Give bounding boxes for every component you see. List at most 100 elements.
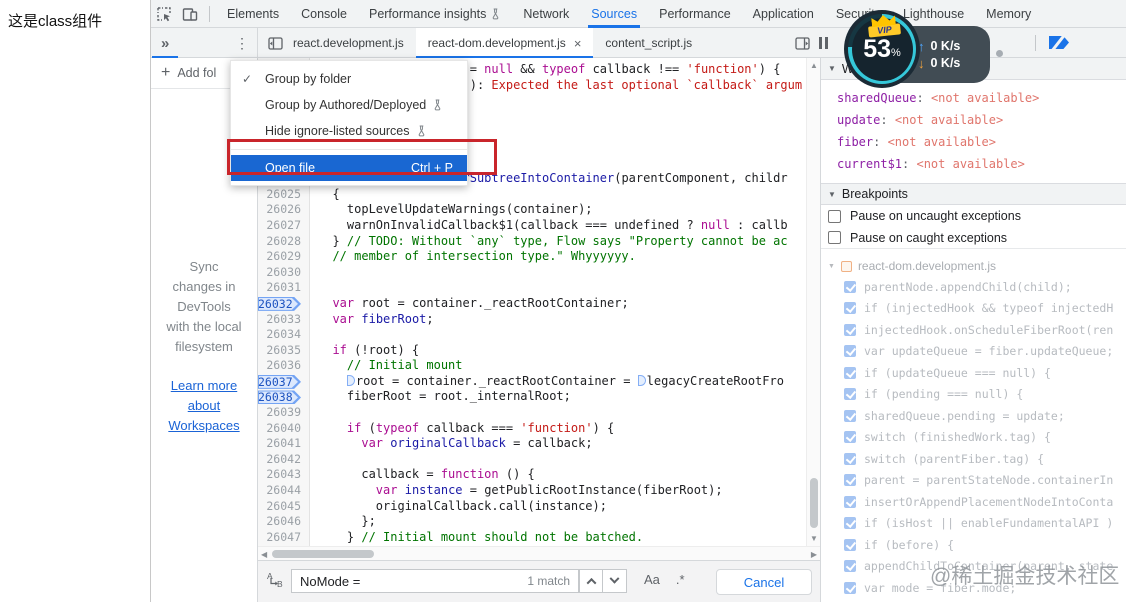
more-tabs-chevron[interactable]: »: [151, 35, 169, 52]
watch-item[interactable]: sharedQueue: <not available>: [821, 87, 1126, 109]
file-tab-content-script-js[interactable]: content_script.js: [593, 28, 704, 58]
breakpoint-marker[interactable]: 26037: [258, 374, 310, 390]
line-number[interactable]: 26047: [258, 530, 310, 546]
inline-breakpoint-icon[interactable]: [346, 374, 355, 386]
breakpoint-entry[interactable]: if (isHost || enableFundamentalAPI ): [821, 513, 1126, 535]
breakpoint-checkbox[interactable]: [844, 280, 856, 293]
panel-tab-network[interactable]: Network: [512, 0, 580, 28]
next-match-button[interactable]: [603, 569, 627, 593]
file-tab-react-dom-development-js[interactable]: react-dom.development.js ×: [415, 28, 594, 58]
line-number[interactable]: 26029: [258, 249, 310, 265]
device-toolbar-icon[interactable]: [177, 1, 203, 27]
breakpoint-entry[interactable]: if (updateQueue === null) {: [821, 362, 1126, 384]
line-number[interactable]: 26043: [258, 467, 310, 483]
watch-item[interactable]: current$1: <not available>: [821, 153, 1126, 175]
replace-toggle-icon[interactable]: AB: [266, 571, 283, 588]
menu-item-group-by-authored-deployed[interactable]: Group by Authored/Deployed: [231, 92, 467, 118]
inspect-element-icon[interactable]: [151, 1, 177, 27]
pause-uncaught-row[interactable]: Pause on uncaught exceptions: [821, 205, 1126, 227]
breakpoint-entry[interactable]: if (injectedHook && typeof injectedH: [821, 298, 1126, 320]
line-number[interactable]: 26027: [258, 218, 310, 234]
breakpoint-checkbox[interactable]: [844, 323, 856, 336]
file-tab-react-development-js[interactable]: react.development.js: [281, 28, 416, 58]
breakpoint-entry[interactable]: if (pending === null) {: [821, 384, 1126, 406]
breakpoint-checkbox[interactable]: [844, 302, 856, 315]
breakpoint-checkbox[interactable]: [844, 517, 856, 530]
cancel-button[interactable]: Cancel: [716, 569, 812, 595]
breakpoint-entry[interactable]: insertOrAppendPlacementNodeIntoConta: [821, 491, 1126, 513]
line-number[interactable]: 26033: [258, 312, 310, 328]
panel-tab-application[interactable]: Application: [742, 0, 825, 28]
breakpoint-file-group[interactable]: ▼ react-dom.development.js: [821, 256, 1126, 276]
line-number[interactable]: 26028: [258, 234, 310, 250]
panel-tab-performance[interactable]: Performance: [648, 0, 742, 28]
pause-caught-row[interactable]: Pause on caught exceptions: [821, 227, 1126, 249]
breakpoint-marker[interactable]: 26032: [258, 296, 310, 312]
panel-tab-sources[interactable]: Sources: [580, 0, 648, 28]
menu-item-group-by-folder[interactable]: ✓ Group by folder: [231, 66, 467, 92]
scroll-left-icon[interactable]: ◀: [261, 550, 267, 559]
breakpoint-checkbox[interactable]: [844, 409, 856, 422]
breakpoint-checkbox[interactable]: [844, 495, 856, 508]
more-options-icon[interactable]: ⋮: [235, 35, 249, 52]
scroll-right-icon[interactable]: ▶: [811, 550, 817, 559]
line-number[interactable]: 26042: [258, 452, 310, 468]
breakpoint-checkbox[interactable]: [844, 538, 856, 551]
breakpoint-chip[interactable]: 26037: [258, 374, 301, 389]
close-tab-icon[interactable]: ×: [574, 36, 582, 51]
breakpoint-entry[interactable]: parentNode.appendChild(child);: [821, 276, 1126, 298]
horizontal-scrollbar-thumb[interactable]: [272, 550, 374, 558]
breakpoint-chip[interactable]: 26032: [258, 296, 301, 311]
scroll-up-icon[interactable]: ▲: [810, 61, 818, 70]
line-number[interactable]: 26034: [258, 327, 310, 343]
regex-button[interactable]: .*: [676, 569, 685, 587]
pause-uncaught-checkbox[interactable]: [828, 209, 841, 223]
breakpoint-marker[interactable]: 26038: [258, 389, 310, 405]
line-number[interactable]: 26045: [258, 499, 310, 515]
breakpoint-entry[interactable]: switch (finishedWork.tag) {: [821, 427, 1126, 449]
breakpoint-entry[interactable]: var updateQueue = fiber.updateQueue;: [821, 341, 1126, 363]
inline-breakpoint-icon[interactable]: [637, 374, 646, 386]
breakpoint-checkbox[interactable]: [844, 388, 856, 401]
previous-match-button[interactable]: [579, 569, 603, 593]
breakpoint-entry[interactable]: if (before) {: [821, 534, 1126, 556]
breakpoint-checkbox[interactable]: [844, 560, 856, 573]
breakpoint-checkbox[interactable]: [844, 366, 856, 379]
match-case-button[interactable]: Aa: [644, 569, 660, 587]
panel-tab-elements[interactable]: Elements: [216, 0, 290, 28]
breakpoint-entry[interactable]: injectedHook.onScheduleFiberRoot(ren: [821, 319, 1126, 341]
line-number[interactable]: 26036: [258, 358, 310, 374]
learn-more-workspaces-link[interactable]: Learn more about Workspaces: [168, 378, 239, 433]
show-debugger-panel-icon[interactable]: [791, 33, 813, 53]
vertical-scrollbar[interactable]: ▲ ▼: [806, 58, 820, 546]
pause-script-execution-icon[interactable]: [819, 37, 831, 49]
breakpoint-checkbox[interactable]: [844, 452, 856, 465]
line-number[interactable]: 26031: [258, 280, 310, 296]
vertical-scrollbar-thumb[interactable]: [810, 478, 818, 528]
find-input[interactable]: [300, 573, 528, 589]
line-number[interactable]: 26046: [258, 514, 310, 530]
panel-tab-memory[interactable]: Memory: [975, 0, 1042, 28]
breakpoint-checkbox[interactable]: [844, 431, 856, 444]
panel-tab-performance-insights[interactable]: Performance insights: [358, 0, 512, 28]
panel-tab-console[interactable]: Console: [290, 0, 358, 28]
breakpoint-checkbox[interactable]: [844, 345, 856, 358]
line-number[interactable]: 26040: [258, 421, 310, 437]
breakpoint-entry[interactable]: if ((mode & BlockingMode) === NoMode: [821, 599, 1126, 602]
breakpoint-checkbox[interactable]: [844, 474, 856, 487]
line-number[interactable]: 26041: [258, 436, 310, 452]
horizontal-scrollbar[interactable]: ◀ ▶: [258, 546, 820, 560]
watch-item[interactable]: fiber: <not available>: [821, 131, 1126, 153]
breakpoint-entry[interactable]: switch (parentFiber.tag) {: [821, 448, 1126, 470]
pause-caught-checkbox[interactable]: [828, 231, 841, 244]
breakpoint-checkbox[interactable]: [844, 581, 856, 594]
breakpoint-chip[interactable]: 26038: [258, 390, 301, 405]
breakpoints-section-header[interactable]: ▼ Breakpoints: [821, 183, 1126, 205]
line-number[interactable]: 26039: [258, 405, 310, 421]
watch-item[interactable]: update: <not available>: [821, 109, 1126, 131]
line-number[interactable]: 26026: [258, 202, 310, 218]
line-number[interactable]: 26035: [258, 343, 310, 359]
line-number[interactable]: 26025: [258, 187, 310, 203]
deactivate-breakpoints-icon[interactable]: [1049, 34, 1069, 51]
scroll-down-icon[interactable]: ▼: [810, 534, 818, 543]
